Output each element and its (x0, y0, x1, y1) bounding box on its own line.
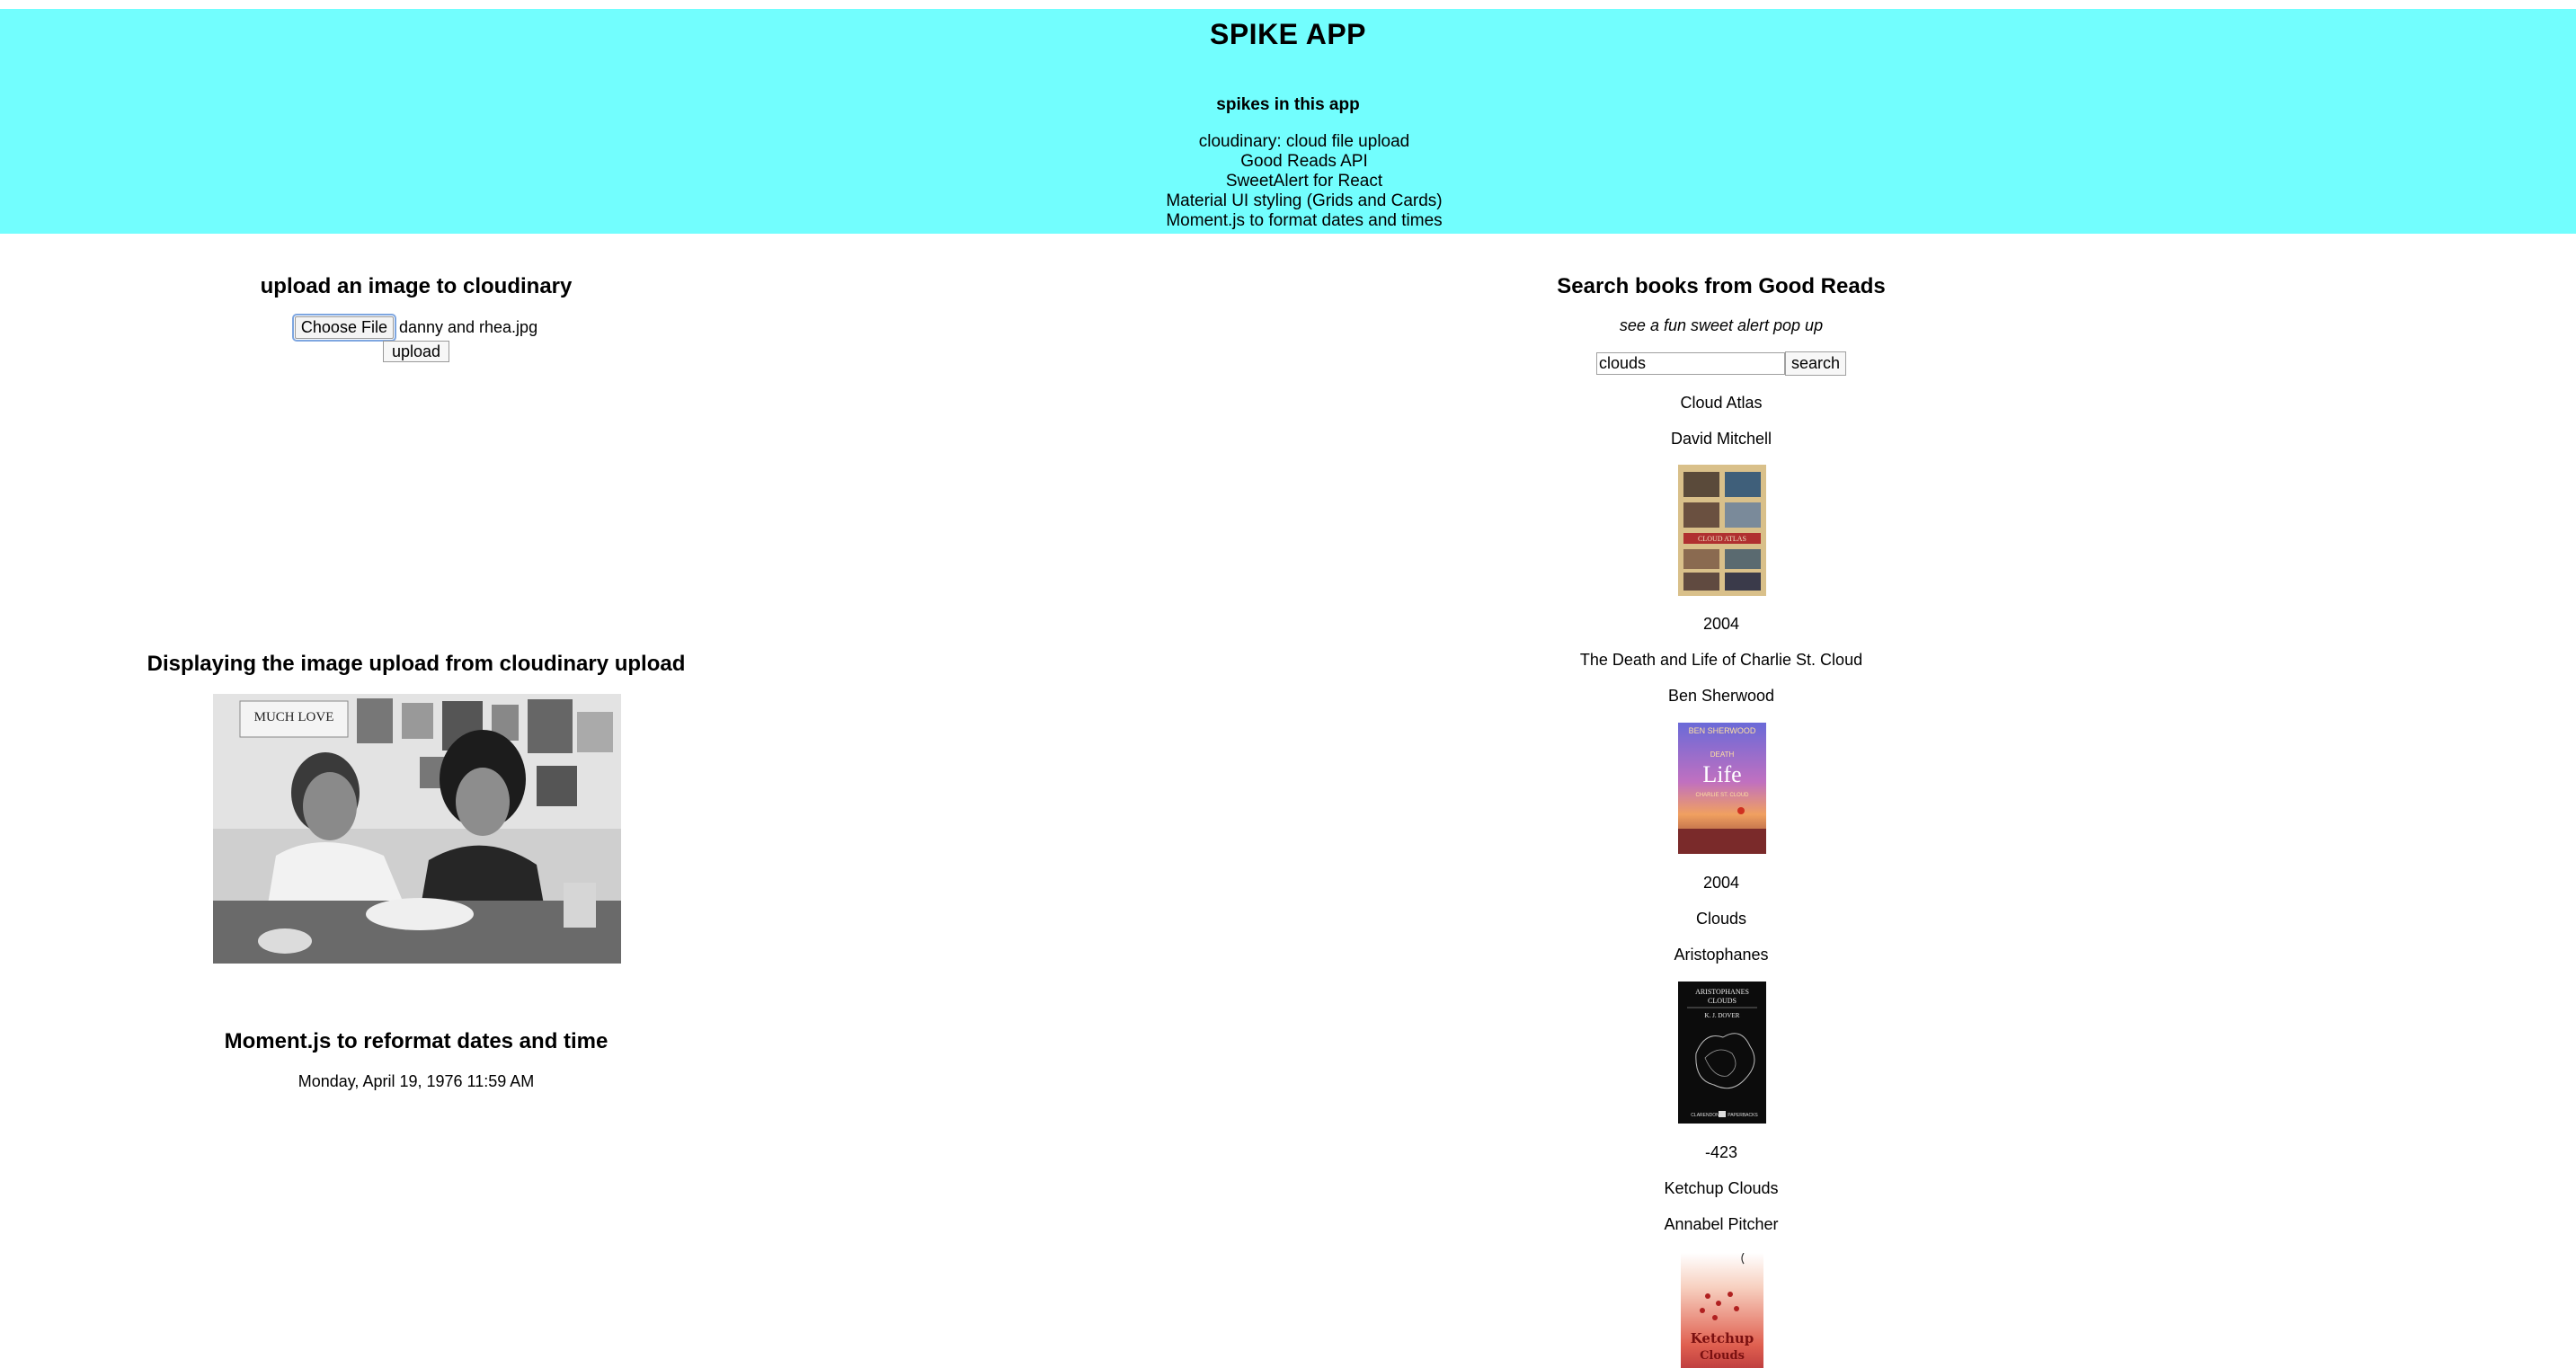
cover-text: CLARENDON (1691, 1113, 1719, 1118)
cover-text: Ketchup (1691, 1330, 1754, 1346)
search-input[interactable] (1595, 352, 1785, 375)
moment-heading: Moment.js to reformat dates and time (224, 1029, 608, 1053)
cover-text: Life (1702, 761, 1741, 787)
cover-text: ARISTOPHANES (1695, 988, 1749, 996)
book-cover: BEN SHERWOOD DEATH Life CHARLIE ST. CLOU… (1678, 723, 1766, 854)
app-title: SPIKE APP (1209, 18, 1367, 50)
book-author: Ben Sherwood (1667, 687, 1775, 705)
cover-text: BEN SHERWOOD (1689, 726, 1756, 735)
search-subtitle: see a fun sweet alert pop up (1619, 316, 1824, 334)
book-year: 2004 (1702, 615, 1740, 633)
spikes-heading: spikes in this app (1216, 95, 1360, 114)
uploaded-photo-image: MUCH LOVE (213, 694, 621, 964)
photo-sign-text: MUCH LOVE (254, 710, 334, 724)
cover-cloud-atlas: CLOUD ATLAS (1678, 465, 1766, 596)
cover-text: Clouds (1700, 1349, 1745, 1363)
upload-button[interactable]: upload (383, 341, 449, 362)
list-item: Moment.js to format dates and times (1166, 211, 1443, 230)
book-author: David Mitchell (1670, 430, 1772, 448)
cover-clouds: ARISTOPHANES CLOUDS K. J. DOVER CLARENDO… (1678, 982, 1766, 1124)
book-author: Aristophanes (1674, 946, 1769, 964)
book-year: 2004 (1702, 874, 1740, 892)
book-title: Cloud Atlas (1680, 394, 1763, 412)
selected-file-name: danny and rhea.jpg (398, 318, 538, 336)
app-header: SPIKE APP spikes in this app cloudinary:… (0, 9, 2576, 234)
formatted-date: Monday, April 19, 1976 11:59 AM (298, 1072, 535, 1090)
choose-file-button[interactable]: Choose File (291, 314, 396, 342)
cover-text: CLOUD ATLAS (1698, 535, 1746, 543)
book-author: Annabel Pitcher (1664, 1215, 1779, 1233)
cover-text: PAPERBACKS (1728, 1113, 1758, 1118)
search-button[interactable]: search (1784, 351, 1847, 376)
book-title: Clouds (1695, 910, 1747, 928)
list-item: Good Reads API (1240, 152, 1368, 171)
list-item: Material UI styling (Grids and Cards) (1166, 191, 1443, 210)
book-cover: CLOUD ATLAS (1678, 465, 1766, 596)
cover-text: K. J. DOVER (1705, 1012, 1740, 1019)
upload-heading: upload an image to cloudinary (260, 274, 573, 298)
book-cover: Ketchup Clouds (1681, 1253, 1763, 1368)
cover-text: DEATH (1710, 751, 1735, 759)
book-title: Ketchup Clouds (1664, 1179, 1779, 1197)
file-input-row: Choose File danny and rhea.jpg (0, 314, 832, 342)
list-item: cloudinary: cloud file upload (1198, 132, 1410, 151)
book-cover: ARISTOPHANES CLOUDS K. J. DOVER CLARENDO… (1678, 982, 1766, 1124)
cover-charlie-st-cloud: BEN SHERWOOD DEATH Life CHARLIE ST. CLOU… (1678, 723, 1766, 854)
book-title: The Death and Life of Charlie St. Cloud (1579, 651, 1863, 669)
uploaded-photo: MUCH LOVE (213, 694, 621, 964)
spikes-list: cloudinary: cloud file upload Good Reads… (0, 132, 2576, 231)
display-heading: Displaying the image upload from cloudin… (147, 652, 686, 676)
list-item: SweetAlert for React (1225, 172, 1383, 191)
book-year: -423 (1704, 1143, 1738, 1161)
cover-text: CHARLIE ST. CLOUD (1695, 793, 1749, 798)
cover-text: CLOUDS (1708, 997, 1737, 1005)
search-heading: Search books from Good Reads (1557, 274, 1886, 298)
top-strip (0, 0, 2576, 9)
search-row: search (1287, 351, 2155, 376)
cover-ketchup-clouds: Ketchup Clouds (1681, 1253, 1763, 1368)
